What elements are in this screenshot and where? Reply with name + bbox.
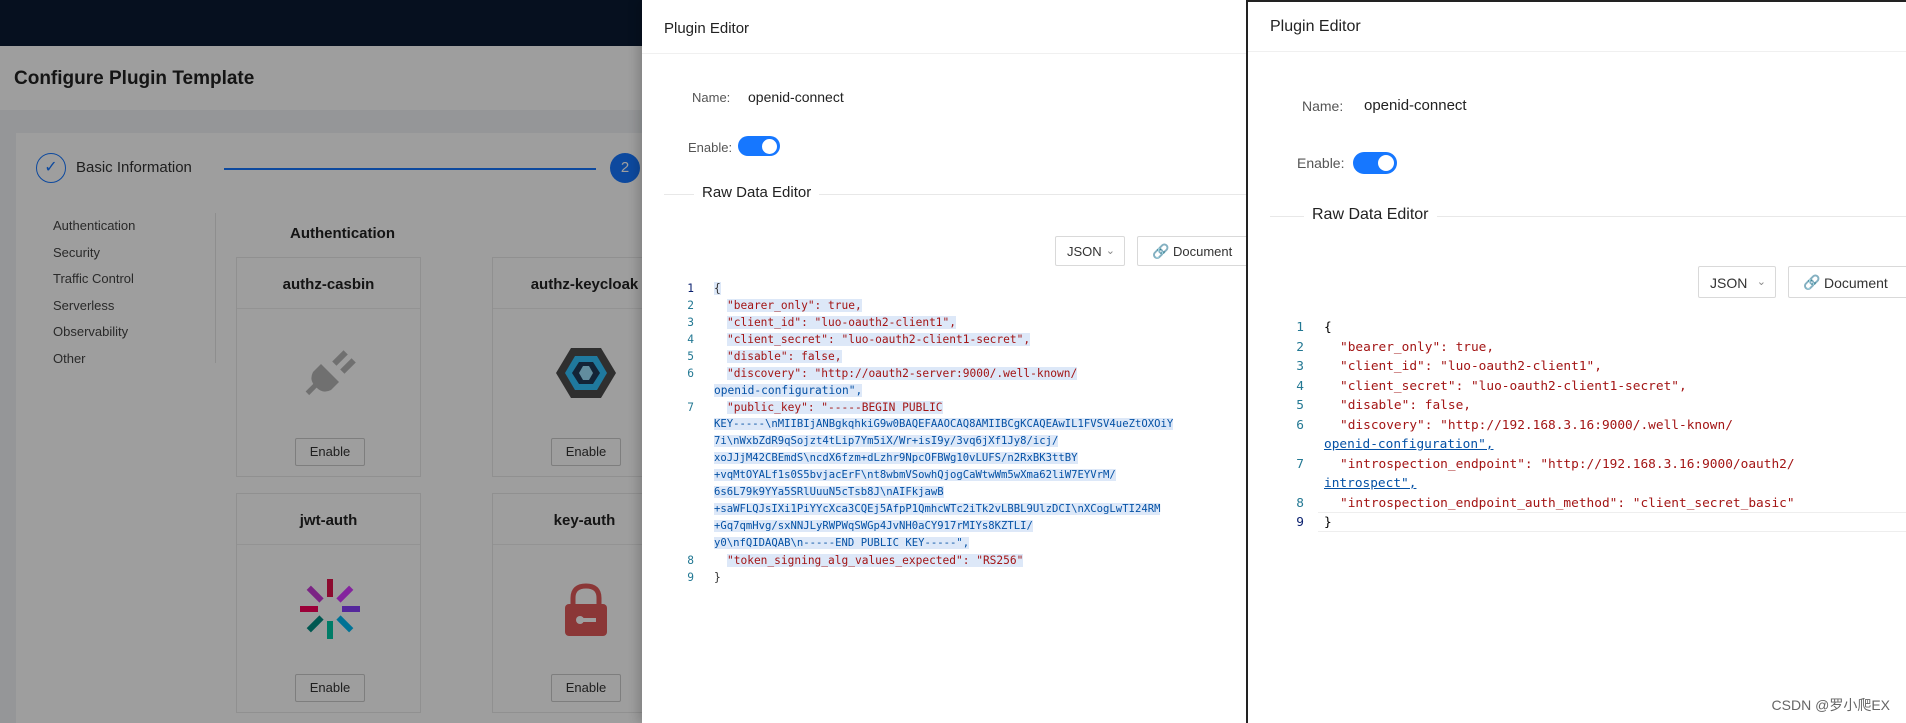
line-number: 5 [687, 350, 694, 363]
line-number: 3 [1296, 359, 1304, 374]
code-line: KEY-----\nMIIBIjANBgkqhkiG9w0BAQEFAAOCAQ… [714, 418, 1174, 430]
code-line: +Gq7qmHvg/sxNNJLyRWPWqSWGp4JvNH0aCY917rM… [714, 520, 1033, 532]
line-number: 6 [687, 367, 694, 380]
link-icon: 🔗 [1152, 243, 1170, 259]
code-line: "bearer_only": true, [727, 299, 862, 312]
code-line: "token_signing_alg_values_expected": "RS… [727, 554, 1024, 567]
line-number: 5 [1296, 398, 1304, 413]
code-line: openid-configuration", [714, 384, 863, 397]
code-line: introspect", [1324, 476, 1417, 491]
code-line: { [1324, 320, 1332, 335]
chevron-down-icon: ⌄ [1105, 245, 1115, 257]
raw-data-editor-heading: Raw Data Editor [1304, 206, 1437, 224]
name-label: Name: [692, 90, 731, 105]
code-line: "client_secret": "luo-oauth2-client1-sec… [727, 333, 1031, 346]
line-number: 6 [1296, 417, 1304, 433]
drawer-title: Plugin Editor [1270, 18, 1361, 35]
code-editor[interactable]: 1 2 3 4 5 6 7 8 9 { "bearer_only": true,… [1288, 320, 1906, 540]
code-line: "introspection_endpoint": "http://192.16… [1340, 456, 1795, 472]
line-number: 1 [1296, 320, 1304, 335]
code-line: "public_key": "-----BEGIN PUBLIC [727, 401, 943, 414]
plugin-editor-drawer-right: Plugin Editor Name: openid-connect Enabl… [1248, 0, 1906, 723]
raw-data-editor-heading: Raw Data Editor [694, 184, 820, 201]
background-app: Configure Plugin Template ✓ Basic Inform… [0, 0, 645, 723]
code-line: "introspection_endpoint_auth_method": "c… [1340, 495, 1795, 511]
format-select-value: JSON [1710, 275, 1748, 291]
code-line: 6s6L79k9YYa5SRlUuuN5cTsb8J\nAIFkjawB [714, 486, 944, 498]
code-line: "disable": false, [727, 350, 842, 363]
line-number: 2 [1296, 339, 1304, 355]
code-line: +vqMtOYALf1s0S5bvjacErF\nt8wbmVSowhQjogC… [714, 469, 1116, 481]
line-number: 1 [687, 282, 694, 295]
line-number: 4 [1296, 378, 1304, 394]
code-line: "discovery": "http://192.168.3.16:9000/.… [1340, 417, 1733, 433]
line-number: 3 [687, 316, 694, 329]
format-select[interactable]: JSON ⌄ [1698, 266, 1776, 298]
name-value: openid-connect [748, 89, 844, 105]
document-button[interactable]: 🔗 Document [1137, 236, 1248, 266]
code-line: y0\nfQIDAQAB\n-----END PUBLIC KEY-----", [714, 537, 970, 549]
drawer-header: Plugin Editor [1248, 0, 1906, 52]
code-line: "client_id": "luo-oauth2-client1", [1340, 359, 1602, 374]
drawer-header: Plugin Editor [642, 0, 1248, 54]
line-number: 8 [687, 554, 694, 567]
line-number: 7 [687, 401, 694, 414]
code-line: "disable": false, [1340, 398, 1471, 413]
name-label: Name: [1302, 98, 1344, 114]
code-line: "client_id": "luo-oauth2-client1", [727, 316, 957, 329]
line-number: 4 [687, 333, 694, 346]
code-line: } [714, 571, 721, 584]
line-number: 9 [1296, 515, 1304, 530]
watermark: CSDN @罗小爬EX [1771, 697, 1890, 713]
name-value: openid-connect [1364, 97, 1467, 114]
line-number: 7 [1296, 456, 1304, 472]
code-editor[interactable]: 1 2 3 4 5 6 7 8 9 { "bearer_only": true,… [678, 282, 1248, 584]
code-line: "client_secret": "luo-oauth2-client1-sec… [1340, 378, 1687, 394]
code-line: openid-configuration", [1324, 437, 1494, 452]
code-line: { [714, 282, 721, 295]
drawer-title: Plugin Editor [664, 20, 750, 37]
enable-toggle[interactable] [738, 136, 780, 156]
document-button[interactable]: 🔗 Document [1788, 266, 1906, 298]
enable-label: Enable: [688, 140, 733, 155]
format-select-value: JSON [1067, 244, 1102, 259]
format-select[interactable]: JSON ⌄ [1055, 236, 1125, 266]
code-line: } [1324, 515, 1332, 530]
enable-toggle[interactable] [1353, 152, 1397, 174]
link-icon: 🔗 [1803, 274, 1821, 290]
line-number: 8 [1296, 495, 1304, 511]
modal-overlay[interactable] [0, 0, 645, 723]
enable-label: Enable: [1297, 155, 1345, 171]
code-line: 7i\nWxbZdR9qSojzt4tLip7Ym5iX/Wr+isI9y/3v… [714, 435, 1059, 447]
line-number: 2 [687, 299, 694, 312]
code-line: "bearer_only": true, [1340, 339, 1495, 355]
code-line: +saWFLQJsIXi1PiYYcXca3CQEj5AfpP1QmhcWTc2… [714, 503, 1161, 515]
code-line: xoJJjM42CBEmdS\ncdX6fzm+dLzhr9NpcOFBWg10… [714, 452, 1078, 464]
code-line: "discovery": "http://oauth2-server:9000/… [727, 367, 1078, 380]
plugin-editor-drawer-left: Plugin Editor Name: openid-connect Enabl… [642, 0, 1248, 723]
chevron-down-icon: ⌄ [1756, 276, 1766, 288]
line-number: 9 [687, 571, 694, 584]
